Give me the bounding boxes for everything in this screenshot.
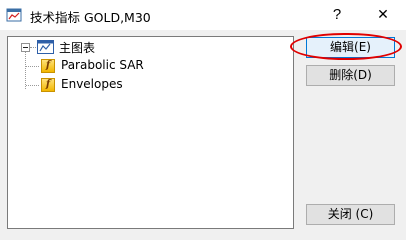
indicator-function-icon: f [41,59,55,73]
indicator-tree[interactable]: 主图表 f Parabolic SAR f Envelopes [7,36,294,229]
collapse-toggle-icon[interactable] [21,43,30,52]
tree-connector [25,52,26,89]
tree-item-parabolic-sar[interactable]: Parabolic SAR [61,58,144,72]
tree-item-envelopes[interactable]: Envelopes [61,77,123,91]
chart-window-icon [37,40,54,54]
title-bar: 技术指标 GOLD,M30 ? ✕ [0,0,406,30]
indicator-function-icon: f [41,78,55,92]
app-window-icon [6,8,22,22]
help-button[interactable]: ? [314,0,360,30]
tree-connector [30,47,36,48]
tree-root-label[interactable]: 主图表 [59,39,95,56]
tree-connector [26,85,39,86]
window-title: 技术指标 GOLD,M30 [30,10,151,25]
close-button[interactable]: 关闭 (C) [306,204,395,225]
tree-connector [26,66,39,67]
close-window-button[interactable]: ✕ [360,0,406,30]
indicators-dialog: 技术指标 GOLD,M30 ? ✕ 主图表 f Parabolic SAR f … [0,0,406,234]
delete-button[interactable]: 删除(D) [306,65,395,86]
edit-button[interactable]: 编辑(E) [306,37,395,58]
